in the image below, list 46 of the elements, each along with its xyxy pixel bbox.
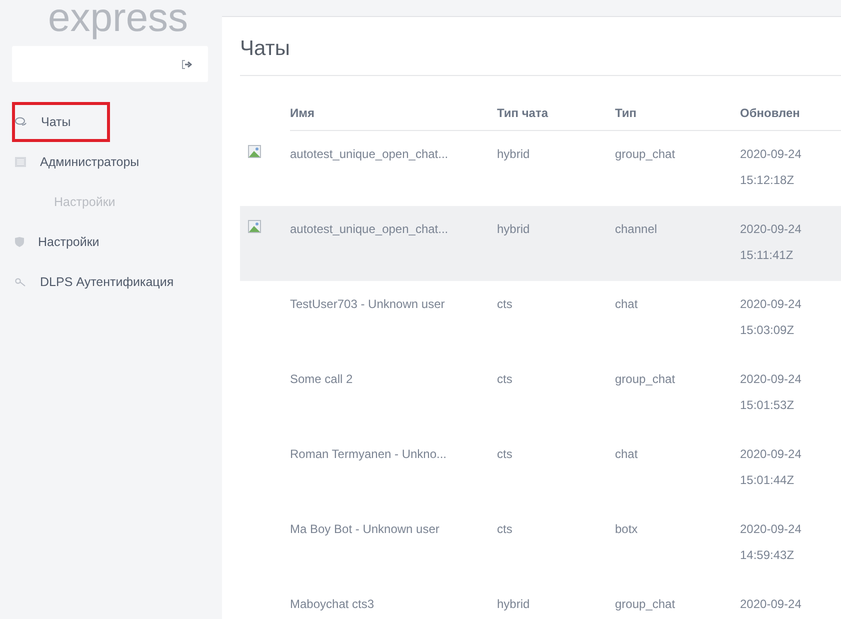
chat-bubbles-icon <box>15 117 27 127</box>
date-text: 2020-09-24 <box>740 446 802 463</box>
table-cell: cts <box>497 447 512 461</box>
table-cell: botx <box>615 522 638 536</box>
date-text: 2020-09-24 <box>740 146 802 163</box>
table-cell: chat <box>615 447 638 461</box>
table-row[interactable]: autotest_unique_open_chat... hybrid channel 2020-09-24 15:11:41Z <box>240 206 841 281</box>
broken-image-icon <box>248 220 262 234</box>
table-cell: TestUser703 - Unknown user <box>290 297 445 311</box>
time-text: 14:59:43Z <box>740 547 796 564</box>
logout-icon[interactable] <box>182 60 192 68</box>
date-text: 2020-09-24 <box>740 521 802 538</box>
sidebar-item[interactable]: DLPS Аутентификация <box>12 262 208 302</box>
table-cell: group_chat <box>615 597 676 611</box>
sidebar-item[interactable]: Настройки <box>12 222 208 262</box>
date-text: 2020-09-24 <box>740 596 802 613</box>
time-text: 15:01:53Z <box>740 397 796 414</box>
table-cell: channel <box>615 222 658 236</box>
date-text: 2020-09-24 <box>740 371 802 388</box>
table-cell: group_chat <box>615 147 676 161</box>
table-cell: hybrid <box>497 147 530 161</box>
shield-icon <box>15 237 24 247</box>
list-icon <box>15 157 26 167</box>
time-text: 15:03:09Z <box>740 322 796 339</box>
time-text: 15:12:18Z <box>740 172 796 189</box>
table-cell: Some call 2 <box>290 372 353 386</box>
sidebar-item[interactable]: Администраторы <box>12 142 208 182</box>
table-cell: hybrid <box>497 222 530 236</box>
broken-image-icon <box>248 145 262 159</box>
table-cell: hybrid <box>497 597 530 611</box>
table-cell: Ma Boy Bot - Unknown user <box>290 522 440 536</box>
table-cell: Maboychat cts3 <box>290 597 374 611</box>
time-text: 15:01:44Z <box>740 472 796 489</box>
table-cell: Roman Termyanen - Unkno... <box>290 447 447 461</box>
date-text: 2020-09-24 <box>740 296 802 313</box>
table-cell: cts <box>497 372 512 386</box>
table-cell: group_chat <box>615 372 676 386</box>
table-cell: cts <box>497 522 512 536</box>
table-cell: autotest_unique_open_chat... <box>290 147 448 161</box>
table-cell: chat <box>615 297 638 311</box>
table-cell: cts <box>497 297 512 311</box>
date-text: 2020-09-24 <box>740 221 802 238</box>
page-title: Чаты <box>240 17 841 76</box>
time-text: 15:11:41Z <box>740 247 794 264</box>
sidebar-item[interactable]: Чаты <box>12 102 110 142</box>
table-cell: autotest_unique_open_chat... <box>290 222 448 236</box>
